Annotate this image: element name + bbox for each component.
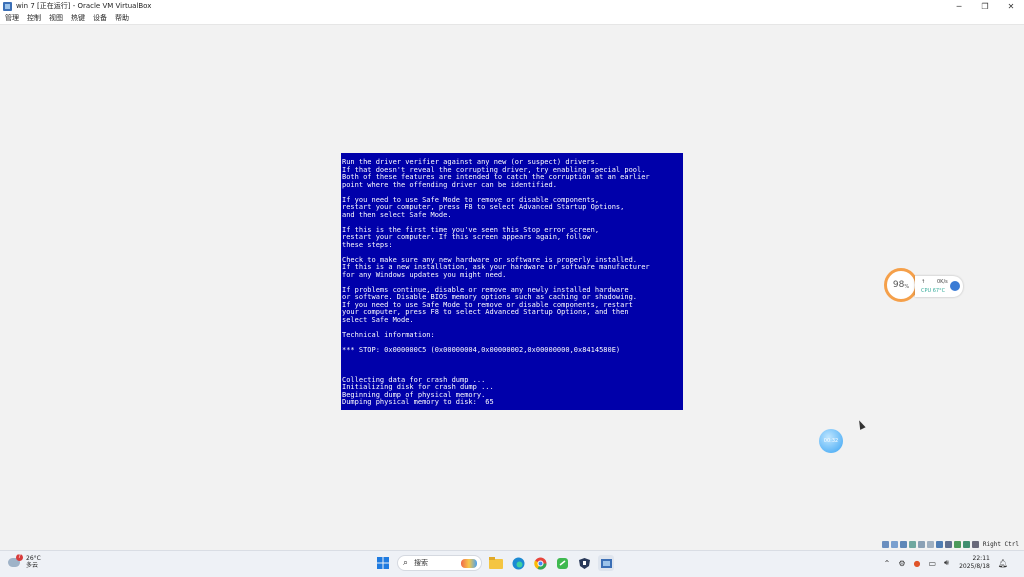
- minimize-button[interactable]: ─: [946, 0, 972, 12]
- chrome-button[interactable]: [532, 555, 548, 571]
- hard-disk-icon[interactable]: [881, 540, 889, 548]
- cloud-icon: 7: [8, 553, 23, 567]
- edge-button[interactable]: [510, 555, 526, 571]
- bsod-line: [342, 362, 683, 370]
- clock-date: 2025/8/18: [959, 563, 990, 570]
- audio-icon[interactable]: [899, 540, 907, 548]
- gear-icon[interactable]: ⚙: [898, 559, 905, 568]
- accelerate-icon[interactable]: [950, 281, 960, 291]
- bsod-line: [342, 354, 683, 362]
- bsod-line: select Safe Mode.: [342, 315, 414, 324]
- notification-bell-icon[interactable]: 🔔︎: [998, 559, 1008, 568]
- monitor-icon[interactable]: ▭: [928, 559, 936, 568]
- menu-bar: 管理 控制 视图 热键 设备 帮助: [0, 12, 1024, 25]
- weather-badge: 7: [16, 553, 23, 561]
- start-button[interactable]: [375, 555, 391, 571]
- optical-drive-icon[interactable]: [890, 540, 898, 548]
- network-icon[interactable]: [908, 540, 916, 548]
- bsod-line: point where the offending driver can be …: [342, 180, 557, 189]
- taskbar-apps: ⌕ 搜索: [372, 555, 617, 571]
- virtualbox-app-icon: [600, 558, 612, 568]
- menu-control[interactable]: 控制: [27, 13, 41, 23]
- clock[interactable]: 22:11 2025/8/18: [959, 555, 990, 571]
- bsod-line: *** STOP: 0x000000C5 (0x00000004,0x00000…: [342, 345, 621, 354]
- green-app-icon: [556, 557, 568, 569]
- taskbar: 7 26°C 多云 ⌕ 搜索 ⌃ ⚙ ● ▭ 🔊︎ 22:11 2025/8/1…: [0, 550, 1024, 577]
- display-icon[interactable]: [935, 540, 943, 548]
- bubble-text: 00:32: [823, 438, 839, 444]
- folder-icon: [489, 557, 503, 569]
- shared-folder-icon[interactable]: [926, 540, 934, 548]
- menu-devices[interactable]: 设备: [93, 13, 107, 23]
- bsod-line: restart your computer. If this screen ap…: [342, 233, 591, 241]
- volume-icon[interactable]: 🔊︎: [944, 558, 949, 568]
- bsod-line: these steps:: [342, 240, 393, 249]
- weather-desc: 多云: [26, 562, 39, 569]
- chrome-icon: [533, 557, 546, 570]
- restore-button[interactable]: ❐: [972, 0, 998, 12]
- app-shield-button[interactable]: [576, 555, 592, 571]
- gauge-unit: %: [904, 283, 910, 290]
- system-tray: ⌃ ⚙ ● ▭ 🔊︎ 22:11 2025/8/18 🔔︎: [880, 555, 1012, 571]
- shield-icon: [578, 557, 590, 569]
- cpu-temp: CPU 67°C: [921, 288, 946, 294]
- windows-logo-icon: [377, 557, 389, 569]
- weather-widget[interactable]: 7 26°C 多云: [8, 553, 41, 569]
- title-bar: win 7 [正在运行] - Oracle VM VirtualBox ─ ❐ …: [0, 0, 1024, 12]
- net-speed: 0K/s: [937, 279, 948, 285]
- search-icon: ⌕: [403, 558, 409, 568]
- keyboard-icon[interactable]: [971, 540, 979, 548]
- performance-gauge[interactable]: 98%: [884, 268, 918, 302]
- search-label: 搜索: [414, 559, 429, 567]
- file-explorer-button[interactable]: [488, 555, 504, 571]
- floating-bubble[interactable]: 00:32: [819, 429, 843, 453]
- menu-manage[interactable]: 管理: [5, 13, 19, 23]
- vm-status-bar: Right Ctrl: [881, 538, 1024, 550]
- window-title: win 7 [正在运行] - Oracle VM VirtualBox: [16, 2, 152, 10]
- menu-help[interactable]: 帮助: [115, 13, 129, 23]
- cpu-activity-icon[interactable]: [953, 540, 961, 548]
- taskbar-search[interactable]: ⌕ 搜索: [397, 555, 482, 571]
- bsod-line: and then select Safe Mode.: [342, 210, 452, 219]
- blue-screen[interactable]: Run the driver verifier against any new …: [341, 153, 683, 410]
- menu-view[interactable]: 视图: [49, 13, 63, 23]
- menu-hotkey[interactable]: 热键: [71, 13, 85, 23]
- virtualbox-taskbar-button[interactable]: [598, 555, 614, 571]
- upload-arrow-icon: ↑: [921, 279, 926, 285]
- network-panel[interactable]: ↑ 0K/s CPU 67°C: [915, 276, 963, 297]
- chevron-up-icon[interactable]: ⌃: [884, 559, 891, 568]
- bsod-line: for any Windows updates you might need.: [342, 270, 507, 279]
- bsod-line: Dumping physical memory to disk: 65: [342, 398, 494, 406]
- edge-icon: [512, 557, 524, 569]
- mouse-integration-icon[interactable]: [962, 540, 970, 548]
- gauge-value: 98: [892, 280, 905, 290]
- weather-temp: 26°C: [26, 555, 41, 562]
- bsod-line: Technical information:: [342, 330, 435, 339]
- tray-app-icon[interactable]: ●: [913, 559, 920, 568]
- usb-icon[interactable]: [917, 540, 925, 548]
- app-green-button[interactable]: [554, 555, 570, 571]
- search-highlight-icon: [461, 558, 477, 568]
- recording-icon[interactable]: [944, 540, 952, 548]
- host-key-label: Right Ctrl: [982, 540, 1019, 548]
- clock-time: 22:11: [972, 555, 990, 562]
- virtualbox-icon: [3, 1, 12, 11]
- close-button[interactable]: ✕: [998, 0, 1024, 12]
- window-controls: ─ ❐ ✕: [946, 0, 1024, 12]
